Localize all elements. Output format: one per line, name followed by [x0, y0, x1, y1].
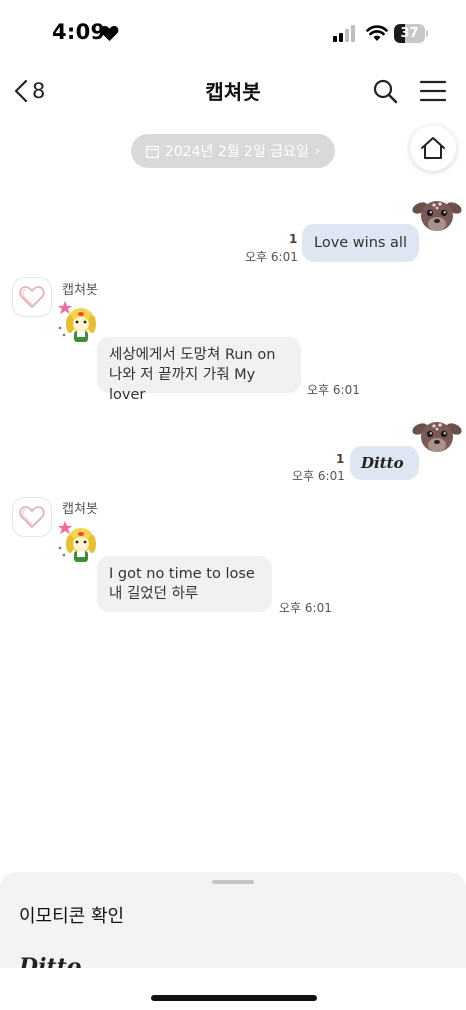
search-icon[interactable]: [372, 78, 398, 104]
cellular-signal-icon: [333, 25, 355, 42]
emoticon-preview-sheet[interactable]: 이모티콘 확인 Ditto: [0, 872, 466, 972]
date-banner[interactable]: 2024년 2월 2일 금요일 ›: [131, 134, 335, 168]
home-button[interactable]: [410, 125, 456, 171]
message-text-line: I got no time to lose: [109, 566, 255, 582]
chat-screen: 4:09 37 8 캡쳐봇 2024년 2월 2일 금요일 › 1 오후 6:0…: [0, 0, 466, 1010]
calendar-icon: [145, 145, 159, 158]
sheet-drag-handle[interactable]: [212, 880, 254, 884]
message-text: Love wins all: [314, 235, 407, 251]
deer-avatar-icon[interactable]: [412, 194, 462, 236]
message-bubble-theirs[interactable]: 세상에게서 도망쳐 Run on 나와 저 끝까지 가줘 My lover: [97, 337, 301, 403]
message-time: 오후 6:01: [292, 469, 345, 483]
sender-avatar[interactable]: [12, 277, 52, 317]
heart-outline-icon: [19, 286, 45, 309]
home-icon: [421, 137, 445, 159]
wifi-icon: [366, 25, 388, 41]
message-text-line: 나와 저 끝까지 가줘 My lover: [109, 367, 256, 403]
sender-avatar[interactable]: [12, 497, 52, 537]
heart-outline-icon: [19, 506, 45, 529]
dog-character-sticker[interactable]: [55, 518, 97, 566]
message-bubble-mine[interactable]: Ditto: [350, 446, 419, 480]
message-bubble-theirs[interactable]: I got no time to lose 내 길었던 하루: [97, 556, 272, 612]
message-text-line: 내 길었던 하루: [109, 586, 199, 602]
nav-bar: 8 캡쳐봇: [0, 66, 466, 116]
sender-name: 캡쳐봇: [62, 502, 98, 517]
battery-level: 37: [400, 26, 419, 41]
sheet-title: 이모티콘 확인: [19, 906, 125, 927]
sender-name: 캡쳐봇: [62, 283, 98, 298]
menu-icon[interactable]: [419, 78, 447, 104]
heart-icon: [100, 25, 119, 42]
deer-avatar-icon[interactable]: [412, 415, 462, 457]
read-count: 1: [289, 232, 298, 246]
message-time: 오후 6:01: [245, 250, 298, 264]
home-indicator[interactable]: [151, 995, 317, 1001]
date-text: 2024년 2월 2일 금요일: [164, 144, 309, 160]
battery-icon: 37: [394, 24, 428, 43]
message-text-line: 세상에게서 도망쳐 Run on: [109, 347, 276, 363]
dog-character-sticker[interactable]: [55, 298, 97, 346]
chevron-right-icon: ›: [314, 143, 321, 159]
home-indicator-area: [0, 968, 466, 1010]
message-time: 오후 6:01: [279, 601, 332, 615]
read-count: 1: [336, 452, 345, 466]
message-time: 오후 6:01: [307, 383, 360, 397]
message-text: Ditto: [361, 454, 404, 472]
message-bubble-mine[interactable]: Love wins all: [302, 224, 419, 262]
status-bar: 4:09 37: [0, 0, 466, 66]
status-time: 4:09: [52, 20, 106, 44]
